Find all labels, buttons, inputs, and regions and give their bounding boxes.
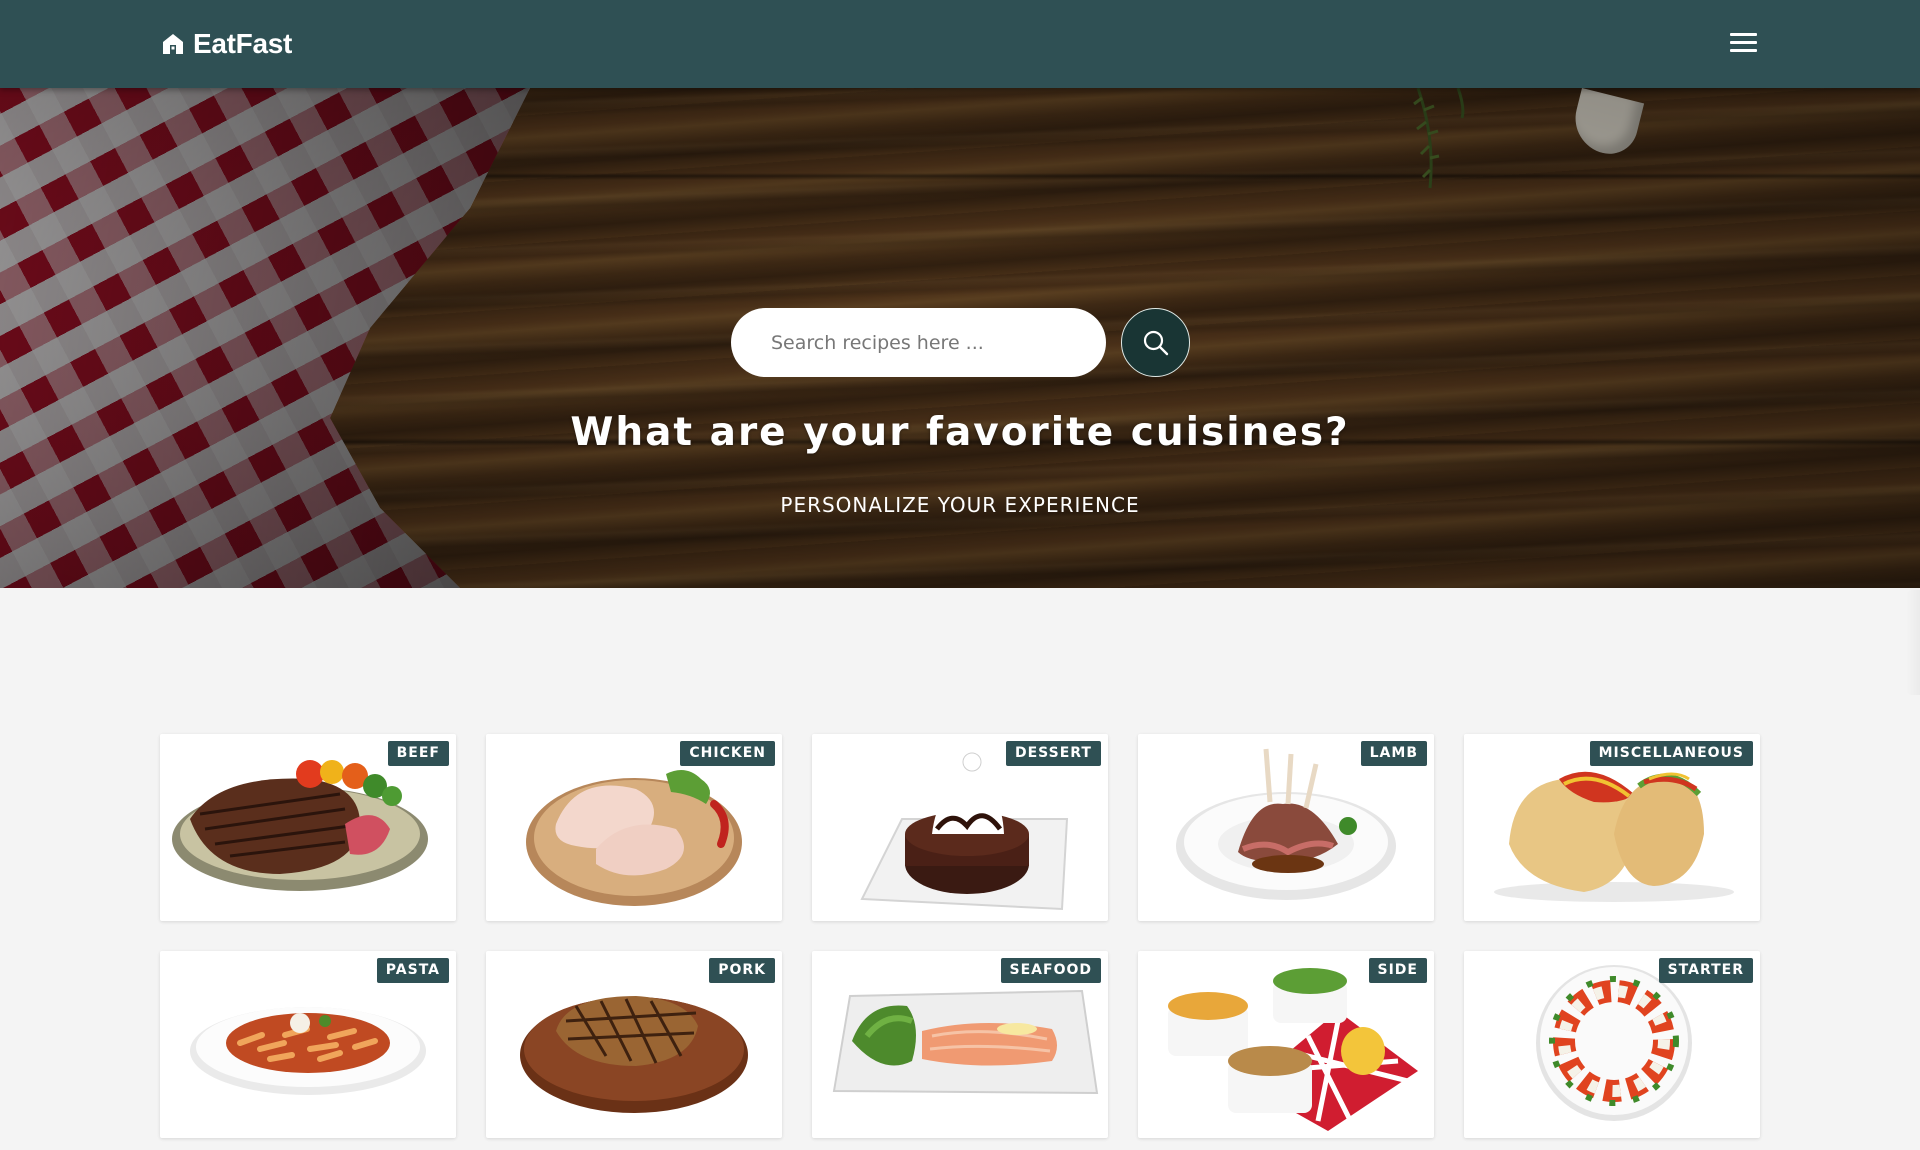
search-input[interactable] (731, 308, 1106, 377)
category-label: CHICKEN (680, 741, 775, 766)
category-card-lamb[interactable]: LAMB (1138, 734, 1434, 921)
category-label: PASTA (376, 958, 449, 983)
hero-subtitle: PERSONALIZE YOUR EXPERIENCE (780, 493, 1140, 517)
search-bar (731, 308, 1191, 378)
category-card-seafood[interactable]: SEAFOOD (812, 951, 1108, 1138)
category-card-pasta[interactable]: PASTA (160, 951, 456, 1138)
scroll-indicator (1906, 590, 1920, 695)
category-label: PORK (709, 958, 775, 983)
category-card-chicken[interactable]: CHICKEN (486, 734, 782, 921)
category-card-miscellaneous[interactable]: MISCELLANEOUS (1464, 734, 1760, 921)
category-card-side[interactable]: SIDE (1138, 951, 1434, 1138)
top-navbar: EatFast (0, 0, 1920, 88)
category-label: LAMB (1360, 741, 1427, 766)
hero-title: What are your favorite cuisines? (570, 410, 1350, 455)
category-card-starter[interactable]: STARTER (1464, 951, 1760, 1138)
category-label: BEEF (387, 741, 449, 766)
hamburger-menu-icon[interactable] (1722, 26, 1764, 58)
category-label: MISCELLANEOUS (1589, 741, 1753, 766)
hero-banner: What are your favorite cuisines? PERSONA… (0, 88, 1920, 588)
category-label: SIDE (1368, 958, 1427, 983)
search-button[interactable] (1121, 308, 1190, 377)
brand-link[interactable]: EatFast (162, 22, 292, 66)
category-card-beef[interactable]: BEEF (160, 734, 456, 921)
category-label: STARTER (1658, 958, 1753, 983)
category-card-dessert[interactable]: DESSERT (812, 734, 1108, 921)
category-label: DESSERT (1006, 741, 1101, 766)
brand-name: EatFast (193, 28, 293, 59)
home-icon (163, 34, 183, 54)
search-icon (1143, 330, 1168, 355)
category-card-pork[interactable]: PORK (486, 951, 782, 1138)
category-label: SEAFOOD (1000, 958, 1101, 983)
